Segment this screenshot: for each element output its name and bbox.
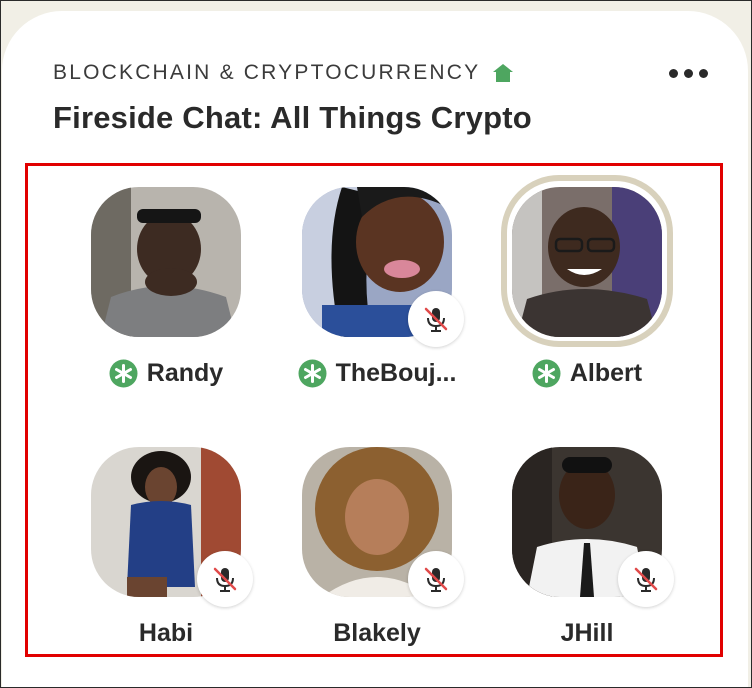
- muted-mic-icon: [408, 551, 464, 607]
- muted-mic-icon: [197, 551, 253, 607]
- speaker-name-row: Habi: [66, 619, 266, 648]
- speaker-name: JHill: [560, 619, 614, 647]
- speaker-jhill[interactable]: JHill: [487, 187, 687, 647]
- speaker-name-row: Blakely: [277, 619, 477, 648]
- club-name[interactable]: BLOCKCHAIN & CRYPTOCURRENCY: [53, 61, 480, 85]
- club-header[interactable]: BLOCKCHAIN & CRYPTOCURRENCY: [53, 61, 514, 85]
- room-title: Fireside Chat: All Things Crypto: [53, 100, 532, 135]
- muted-mic-icon: [618, 551, 674, 607]
- speaker-blakely[interactable]: Blakely: [277, 187, 477, 647]
- house-icon: [492, 63, 514, 83]
- speaker-name: Blakely: [333, 619, 421, 647]
- speaker-name: Habi: [138, 619, 194, 647]
- speaker-name-row: JHill: [487, 619, 687, 648]
- app-frame: BLOCKCHAIN & CRYPTOCURRENCY Fireside Cha…: [0, 0, 752, 688]
- speaker-habi[interactable]: Habi: [66, 187, 266, 647]
- more-options-icon[interactable]: [669, 63, 717, 83]
